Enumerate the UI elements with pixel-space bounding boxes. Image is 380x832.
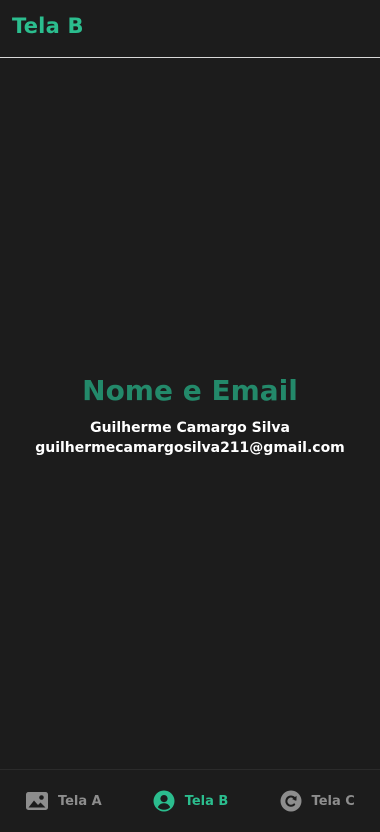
app-screen: Tela B Nome e Email Guilherme Camargo Si… [0, 0, 380, 832]
user-email: guilhermecamargosilva211@gmail.com [35, 440, 345, 456]
main-content: Nome e Email Guilherme Camargo Silva gui… [0, 58, 380, 769]
header-bar: Tela B [0, 0, 380, 58]
tab-label: Tela C [311, 793, 355, 809]
page-title: Tela B [12, 14, 84, 38]
tab-tela-c[interactable]: Tela C [253, 770, 380, 832]
tab-tela-b[interactable]: Tela B [127, 770, 254, 832]
profile-info: Nome e Email Guilherme Camargo Silva gui… [0, 372, 380, 458]
tab-label: Tela A [57, 793, 102, 809]
section-heading: Nome e Email [82, 374, 298, 407]
bottom-tab-bar: Tela A Tela B Tela C [0, 769, 380, 832]
tab-tela-a[interactable]: Tela A [0, 770, 127, 832]
person-circle-icon [152, 789, 176, 813]
user-name: Guilherme Camargo Silva [90, 420, 290, 436]
refresh-icon [279, 789, 303, 813]
image-icon [25, 789, 49, 813]
tab-label: Tela B [184, 793, 229, 809]
